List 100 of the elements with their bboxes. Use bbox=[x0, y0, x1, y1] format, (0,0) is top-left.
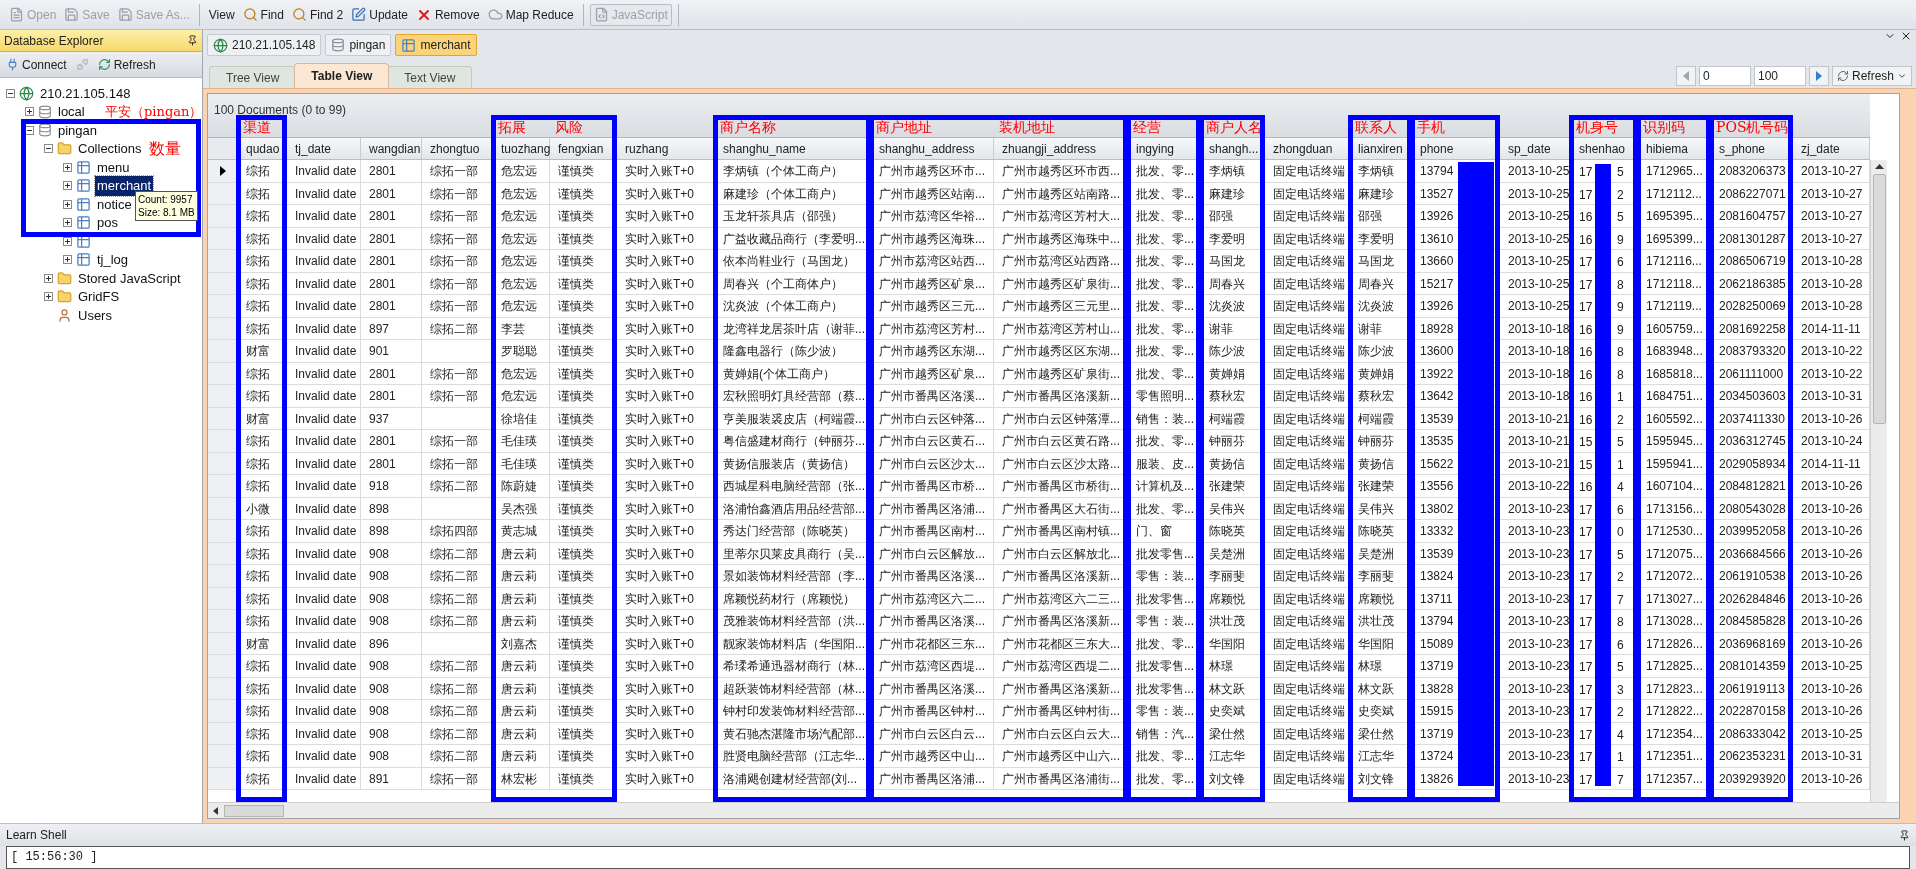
column-header[interactable]: zj_date bbox=[1793, 138, 1870, 159]
row-header[interactable] bbox=[208, 520, 238, 542]
row-header[interactable] bbox=[208, 700, 238, 722]
page-size-field[interactable]: 100 bbox=[1753, 66, 1806, 86]
row-header[interactable] bbox=[208, 745, 238, 767]
annotation-label: 风险 bbox=[555, 119, 583, 136]
table-cell: 黄志城 bbox=[501, 524, 537, 538]
column-header[interactable]: ingying bbox=[1128, 138, 1201, 159]
column-header[interactable]: zhongduan bbox=[1265, 138, 1350, 159]
collapse-icon[interactable] bbox=[6, 88, 15, 98]
document-tab[interactable]: pingan bbox=[325, 34, 392, 56]
table-cell: 1595945... bbox=[1646, 434, 1703, 448]
row-header[interactable] bbox=[208, 250, 238, 272]
toolbar-button[interactable]: View bbox=[205, 3, 238, 26]
row-header[interactable] bbox=[208, 340, 238, 362]
table-cell: 13711 bbox=[1420, 591, 1453, 606]
expand-icon[interactable] bbox=[25, 107, 34, 117]
row-header[interactable] bbox=[208, 430, 238, 452]
column-header[interactable]: ruzhang bbox=[617, 138, 715, 159]
row-header[interactable] bbox=[208, 655, 238, 677]
table-cell-text: 15 bbox=[1579, 434, 1593, 451]
toolbar-button[interactable]: Find 2 bbox=[288, 3, 347, 26]
column-header[interactable]: zhongtuo bbox=[422, 138, 493, 159]
table-cell: Invalid date bbox=[295, 411, 357, 426]
collapse-icon[interactable] bbox=[25, 125, 34, 135]
toolbar-button[interactable]: Map Reduce bbox=[484, 3, 577, 26]
tree-item[interactable]: GridFS bbox=[76, 287, 122, 307]
vertical-scrollbar[interactable] bbox=[1870, 160, 1887, 802]
column-header[interactable]: hibiema bbox=[1638, 138, 1711, 159]
toolbar-button[interactable]: Refresh bbox=[94, 54, 159, 75]
toolbar-button[interactable]: Remove bbox=[412, 3, 483, 26]
view-tab[interactable]: Text View bbox=[387, 66, 473, 88]
document-tab[interactable]: 210.21.105.148 bbox=[207, 34, 322, 56]
horizontal-scrollbar[interactable] bbox=[208, 802, 1899, 818]
table-cell: 固定电话终端 bbox=[1273, 704, 1345, 718]
table-cell: 广州市番禺区洛溪... bbox=[879, 569, 985, 583]
expand-icon[interactable] bbox=[63, 236, 72, 246]
column-header[interactable]: wangdian bbox=[361, 138, 422, 159]
view-tab[interactable]: Table View bbox=[294, 63, 390, 88]
tree-item[interactable]: Stored JavaScript bbox=[76, 268, 183, 288]
table-cell: 2013-10-23 bbox=[1508, 726, 1570, 741]
expand-icon[interactable] bbox=[63, 162, 72, 172]
tree-item[interactable]: menu bbox=[95, 157, 132, 177]
pin-icon[interactable] bbox=[1899, 829, 1910, 841]
toolbar-button[interactable]: Connect bbox=[3, 54, 70, 75]
close-icon[interactable] bbox=[1900, 30, 1912, 42]
row-header[interactable] bbox=[208, 565, 238, 587]
column-header[interactable]: zhuangji_address bbox=[994, 138, 1128, 159]
table-cell: 1712354... bbox=[1646, 726, 1703, 741]
tree-item[interactable]: pos bbox=[95, 213, 120, 233]
column-header[interactable]: lianxiren bbox=[1350, 138, 1412, 159]
column-header[interactable]: tj_date bbox=[287, 138, 361, 159]
toolbar-button[interactable]: Find bbox=[239, 3, 287, 26]
row-header[interactable] bbox=[208, 205, 238, 227]
tree-item[interactable]: merchant bbox=[95, 176, 154, 196]
expand-icon[interactable] bbox=[44, 292, 53, 302]
tree-item[interactable]: Collections bbox=[76, 139, 144, 159]
column-header[interactable]: shangh... bbox=[1201, 138, 1265, 159]
tree-item[interactable]: tj_log bbox=[95, 250, 131, 270]
row-header[interactable] bbox=[208, 475, 238, 497]
scroll-thumb[interactable] bbox=[1872, 174, 1886, 424]
table-cell: 2081692258 bbox=[1719, 321, 1786, 336]
refresh-button[interactable]: Refresh bbox=[1831, 66, 1912, 86]
table-cell: 危宏远 bbox=[501, 209, 537, 223]
table-cell: 908 bbox=[369, 681, 390, 696]
column-header[interactable]: sp_date bbox=[1500, 138, 1571, 159]
table-cell: 黄扬信服装店（黄扬信） bbox=[723, 456, 855, 471]
tree-item[interactable]: Users bbox=[76, 305, 114, 325]
row-header[interactable] bbox=[208, 610, 238, 632]
document-tab[interactable]: merchant bbox=[395, 34, 477, 56]
next-page-button[interactable] bbox=[1808, 66, 1829, 86]
table-cell: 2028250069 bbox=[1719, 299, 1786, 313]
expand-icon[interactable] bbox=[44, 273, 53, 283]
view-tab[interactable]: Tree View bbox=[209, 66, 297, 88]
column-header[interactable]: shanghu_address bbox=[871, 138, 994, 159]
row-header[interactable] bbox=[208, 385, 238, 407]
refresh-icon bbox=[97, 58, 111, 71]
row-header[interactable] bbox=[208, 295, 238, 317]
tree-item[interactable]: 210.21.105.148 bbox=[38, 83, 133, 103]
column-header[interactable]: s_phone bbox=[1711, 138, 1793, 159]
column-header[interactable]: shanghu_name bbox=[715, 138, 871, 159]
expand-icon[interactable] bbox=[63, 218, 72, 228]
scroll-thumb[interactable] bbox=[224, 804, 284, 817]
page-start-field[interactable]: 0 bbox=[1698, 66, 1751, 86]
collapse-icon[interactable] bbox=[44, 144, 53, 154]
column-header[interactable]: phone bbox=[1412, 138, 1500, 159]
tree-item[interactable]: pingan bbox=[56, 120, 100, 140]
column-header[interactable]: tuozhang bbox=[493, 138, 550, 159]
column-header[interactable]: shenhao bbox=[1571, 138, 1638, 159]
expand-icon[interactable] bbox=[63, 181, 72, 191]
tree-item[interactable]: local bbox=[56, 102, 87, 122]
column-header[interactable]: qudao bbox=[238, 138, 287, 159]
tree-item[interactable]: notice bbox=[95, 194, 134, 214]
expand-icon[interactable] bbox=[63, 199, 72, 209]
expand-icon[interactable] bbox=[63, 255, 72, 265]
toolbar-button[interactable]: Update bbox=[348, 3, 411, 26]
column-header[interactable]: fengxian bbox=[550, 138, 617, 159]
pin-icon[interactable] bbox=[187, 35, 198, 46]
table-cell: 综拓 bbox=[246, 479, 270, 493]
row-header[interactable] bbox=[208, 160, 238, 182]
